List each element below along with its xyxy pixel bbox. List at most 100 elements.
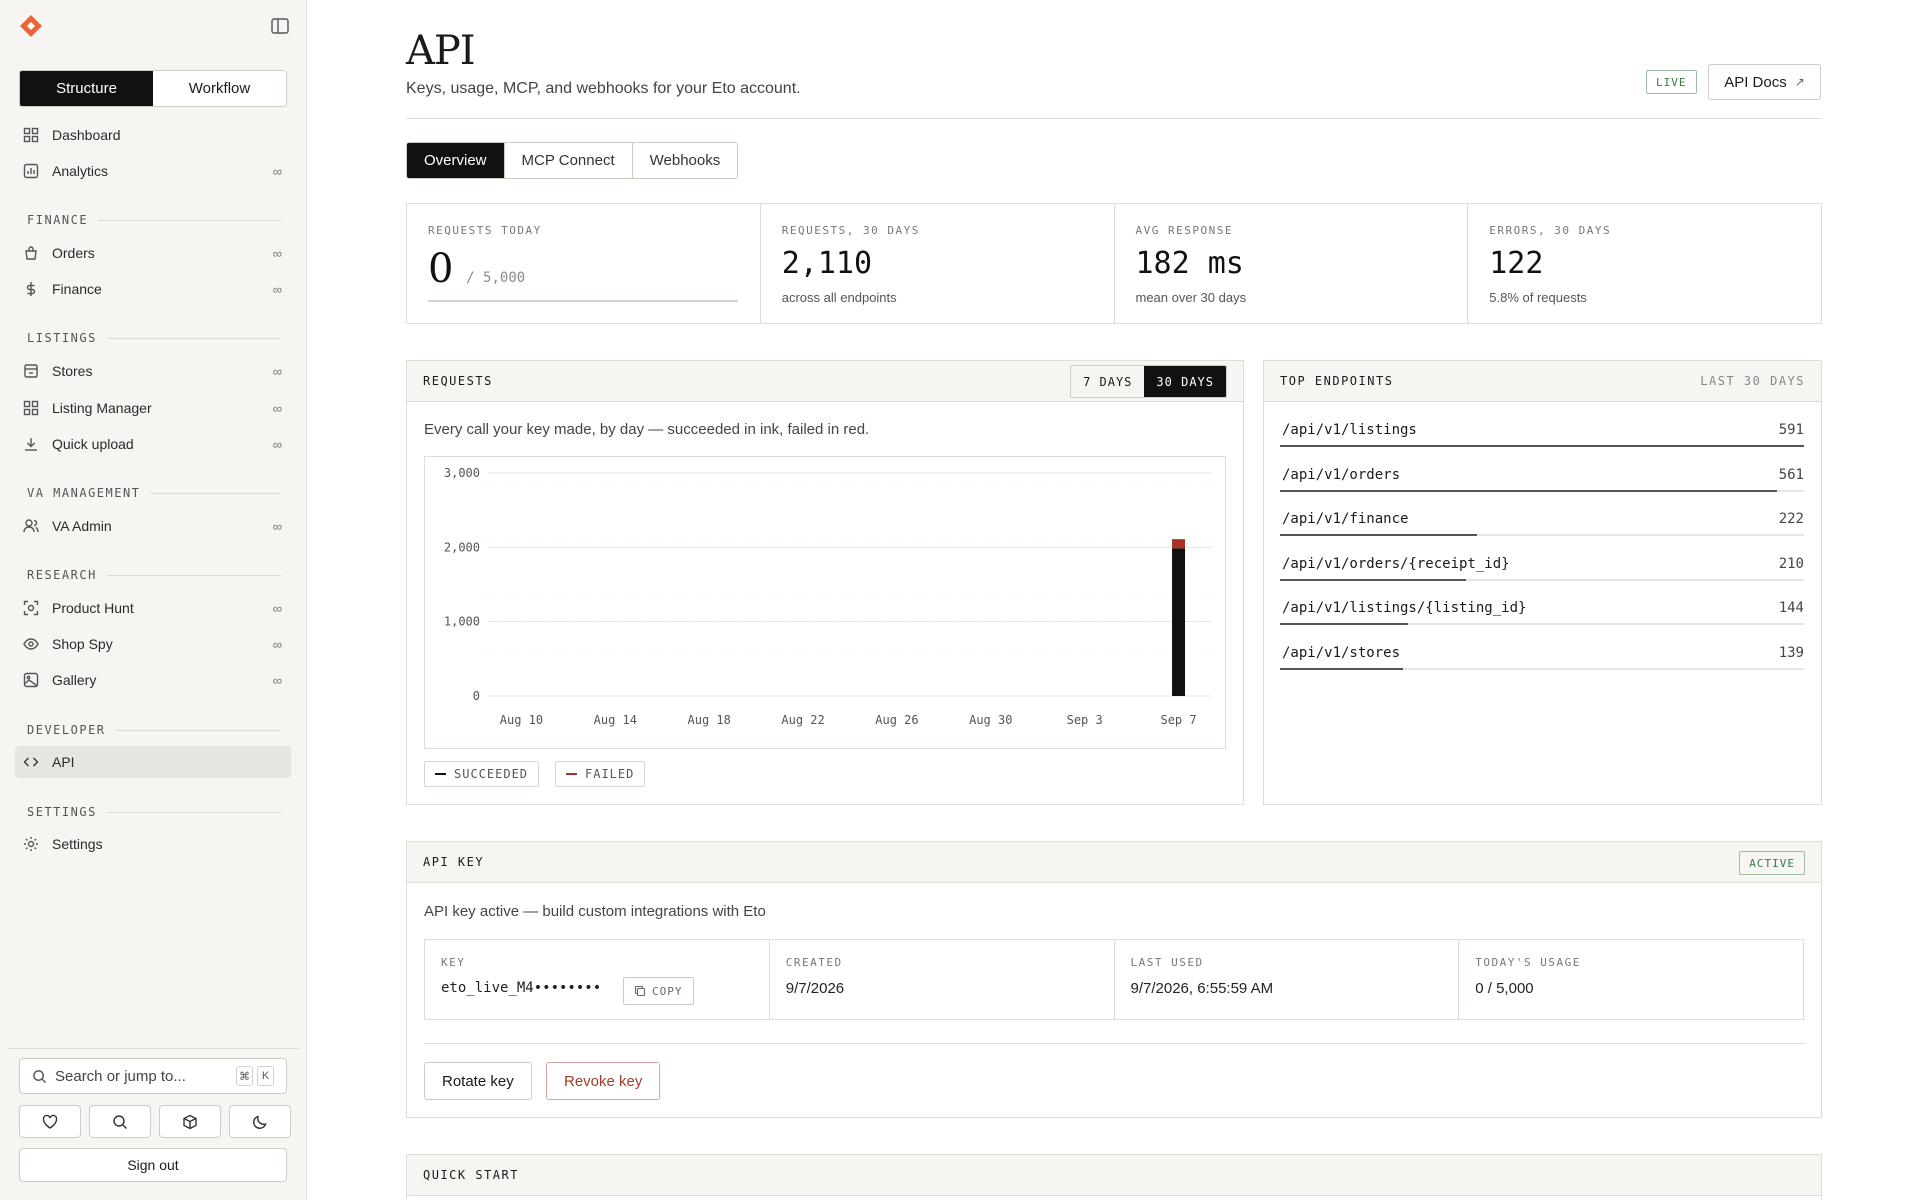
last-used-value: 9/7/2026, 6:55:59 AM <box>1130 980 1274 997</box>
header-divider <box>406 118 1822 119</box>
legend-failed[interactable]: FAILED <box>555 761 646 787</box>
sidebar-item-va-admin[interactable]: VA Admin ∞ <box>15 510 291 542</box>
y-tick-label: 1,000 <box>444 615 480 629</box>
endpoint-bar-track <box>1280 445 1804 447</box>
stat-limit: / 5,000 <box>466 270 526 286</box>
kbd-command: ⌘ <box>236 1066 253 1086</box>
copy-icon <box>634 985 646 997</box>
x-tick-label: Aug 30 <box>969 713 1012 727</box>
kbd-k: K <box>257 1066 274 1086</box>
endpoint-bar-fill <box>1280 578 1467 581</box>
sidebar-item-analytics[interactable]: Analytics ∞ <box>15 155 291 187</box>
infinity-icon: ∞ <box>272 163 282 179</box>
copy-button[interactable]: COPY <box>623 977 694 1005</box>
sidebar-item-shop-spy[interactable]: Shop Spy ∞ <box>15 628 291 660</box>
stats-row: REQUESTS TODAY 0 / 5,000 REQUESTS, 30 DA… <box>406 203 1822 324</box>
infinity-icon: ∞ <box>272 672 282 688</box>
gear-icon <box>22 835 40 853</box>
endpoint-bar-track <box>1280 578 1804 581</box>
legend-succeeded[interactable]: SUCCEEDED <box>424 761 540 787</box>
sign-out-button[interactable]: Sign out <box>19 1148 287 1182</box>
panel-header: TOP ENDPOINTS LAST 30 DAYS <box>1264 361 1821 402</box>
endpoint-row[interactable]: /api/v1/stores 139 <box>1280 637 1804 681</box>
segment-workflow[interactable]: Workflow <box>153 71 286 106</box>
sidebar-item-label: Quick upload <box>52 436 134 452</box>
requests-panel: REQUESTS 7 DAYS 30 DAYS Every call your … <box>406 360 1244 805</box>
section-settings: SETTINGS <box>27 805 281 819</box>
sidebar-item-finance[interactable]: Finance ∞ <box>15 273 291 305</box>
stat-sub: 5.8% of requests <box>1489 290 1587 305</box>
endpoint-row[interactable]: /api/v1/listings 591 <box>1280 414 1804 458</box>
search-icon[interactable] <box>89 1105 151 1138</box>
endpoint-path: /api/v1/stores <box>1282 644 1401 661</box>
stat-label: REQUESTS, 30 DAYS <box>781 224 920 237</box>
bag-icon <box>22 244 40 262</box>
panel-title: TOP ENDPOINTS <box>1280 374 1394 388</box>
endpoint-path: /api/v1/listings/{listing_id} <box>1282 600 1527 616</box>
copy-label: COPY <box>652 984 683 998</box>
search-placeholder: Search or jump to... <box>55 1067 186 1085</box>
endpoint-bar-fill <box>1280 489 1778 492</box>
heart-icon[interactable] <box>19 1105 81 1138</box>
sidebar: Structure Workflow Dashboard Analytics ∞… <box>0 0 307 1200</box>
sidebar-item-settings[interactable]: Settings <box>15 828 291 860</box>
infinity-icon: ∞ <box>272 363 282 379</box>
endpoint-path: /api/v1/finance <box>1282 511 1409 527</box>
segment-structure[interactable]: Structure <box>20 71 153 106</box>
stat-value: 0 <box>428 246 454 292</box>
endpoint-bar-track <box>1280 489 1804 492</box>
image-icon <box>22 671 40 689</box>
search-input[interactable]: Search or jump to... ⌘ K <box>19 1058 287 1094</box>
section-finance: FINANCE <box>27 213 281 227</box>
endpoint-bar-fill <box>1280 623 1408 625</box>
created-value: 9/7/2026 <box>785 980 845 997</box>
sidebar-item-label: Listing Manager <box>52 400 152 416</box>
api-docs-button[interactable]: API Docs ↗ <box>1708 64 1821 100</box>
store-icon <box>22 362 40 380</box>
code-icon <box>22 753 40 771</box>
endpoint-row[interactable]: /api/v1/orders/{receipt_id} 210 <box>1280 548 1804 592</box>
infinity-icon: ∞ <box>272 436 282 452</box>
sidebar-item-quick-upload[interactable]: Quick upload ∞ <box>15 428 291 460</box>
box-icon[interactable] <box>159 1105 221 1138</box>
endpoint-bar-track <box>1280 534 1804 536</box>
endpoint-row[interactable]: /api/v1/listings/{listing_id} 144 <box>1280 592 1804 636</box>
sidebar-item-dashboard[interactable]: Dashboard <box>15 119 291 151</box>
sidebar-toggle-icon[interactable] <box>271 18 289 34</box>
eto-logo-icon[interactable] <box>20 15 42 37</box>
stat-errors-30-days: ERRORS, 30 DAYS 122 5.8% of requests <box>1468 204 1821 323</box>
moon-icon[interactable] <box>229 1105 291 1138</box>
sidebar-item-label: Finance <box>52 281 102 297</box>
x-tick-label: Sep 3 <box>1067 713 1103 727</box>
tab-mcp-connect[interactable]: MCP Connect <box>505 143 633 178</box>
download-icon <box>22 435 40 453</box>
endpoint-path: /api/v1/orders/{receipt_id} <box>1282 555 1510 572</box>
endpoint-row[interactable]: /api/v1/finance 222 <box>1280 503 1804 547</box>
endpoint-count: 222 <box>1778 511 1804 527</box>
sidebar-item-orders[interactable]: Orders ∞ <box>15 237 291 269</box>
rotate-key-button[interactable]: Rotate key <box>424 1062 532 1100</box>
x-tick-label: Sep 7 <box>1160 713 1196 727</box>
sidebar-item-label: Gallery <box>52 672 97 688</box>
sidebar-item-label: Stores <box>52 363 93 379</box>
sidebar-item-listing-manager[interactable]: Listing Manager ∞ <box>15 392 291 424</box>
range-7-days[interactable]: 7 DAYS <box>1071 366 1144 397</box>
sidebar-divider <box>8 1048 299 1049</box>
sidebar-item-product-hunt[interactable]: Product Hunt ∞ <box>15 592 291 624</box>
sidebar-item-gallery[interactable]: Gallery ∞ <box>15 664 291 696</box>
revoke-key-button[interactable]: Revoke key <box>546 1062 661 1100</box>
sidebar-item-api[interactable]: API <box>15 746 291 778</box>
endpoint-row[interactable]: /api/v1/orders 561 <box>1280 459 1804 503</box>
endpoint-bar-fill <box>1280 534 1477 536</box>
tab-overview[interactable]: Overview <box>407 143 505 178</box>
usage-label: TODAY'S USAGE <box>1475 956 1581 969</box>
usage-progress-bar <box>428 300 738 302</box>
last-used-cell: LAST USED 9/7/2026, 6:55:59 AM <box>1115 940 1460 1019</box>
panel-range: LAST 30 DAYS <box>1700 374 1805 388</box>
page-title: API <box>406 28 476 74</box>
usage-cell: TODAY'S USAGE 0 / 5,000 <box>1459 940 1803 1019</box>
tab-webhooks[interactable]: Webhooks <box>633 143 738 178</box>
infinity-icon: ∞ <box>272 636 282 652</box>
sidebar-item-stores[interactable]: Stores ∞ <box>15 355 291 387</box>
range-30-days[interactable]: 30 DAYS <box>1144 366 1226 397</box>
